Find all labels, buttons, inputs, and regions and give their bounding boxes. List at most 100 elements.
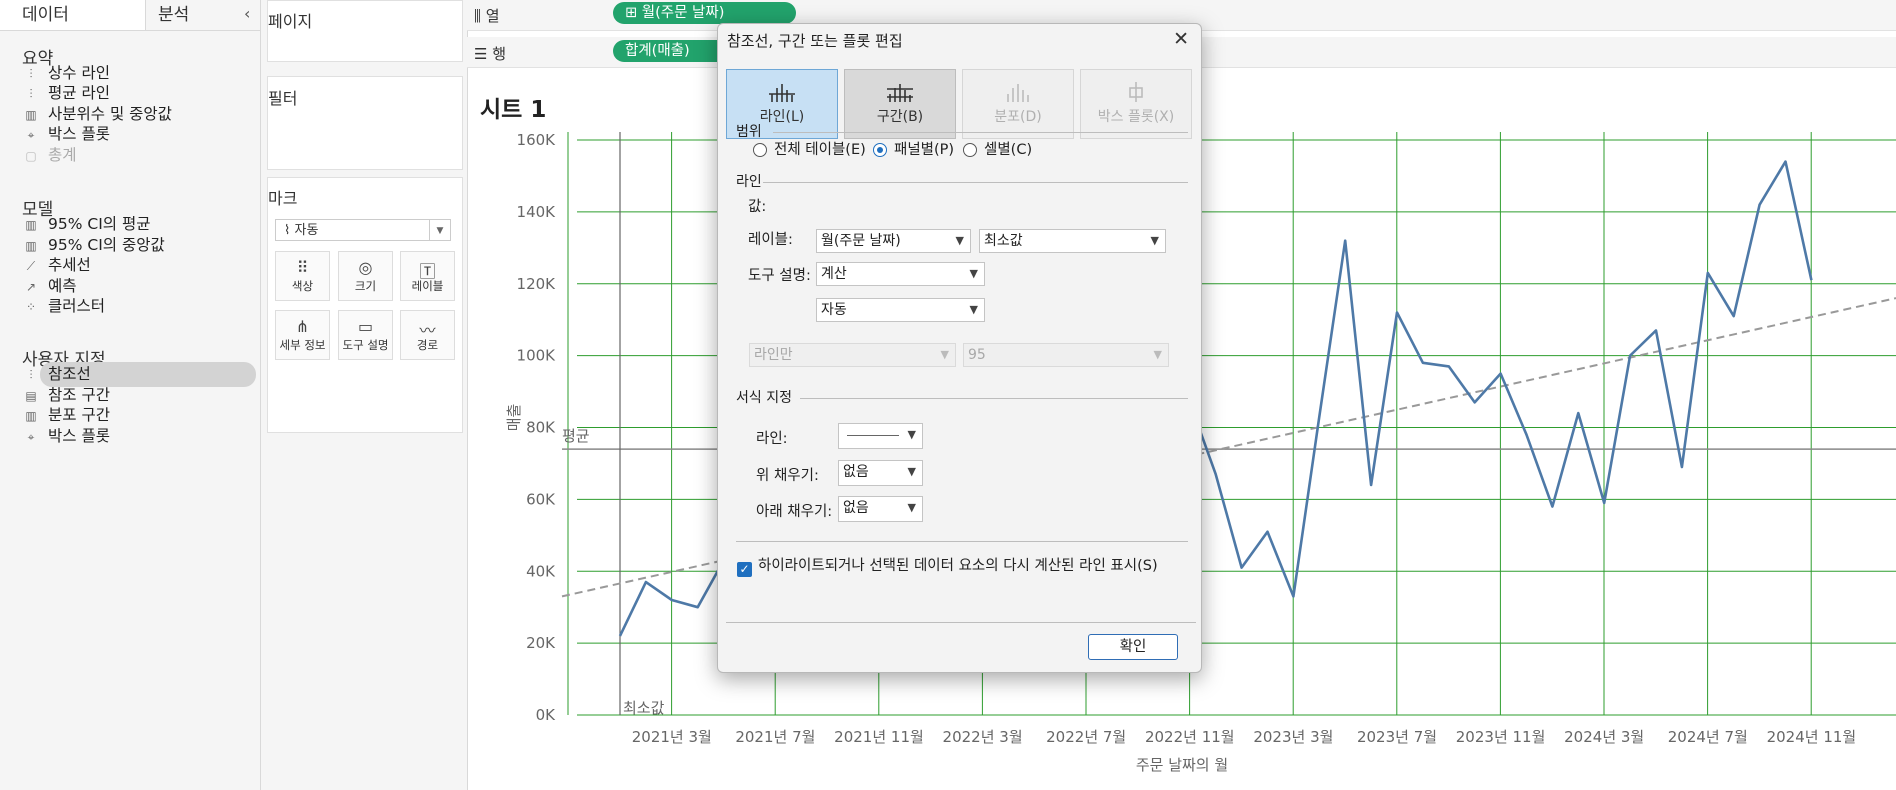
chevron-down-icon: ▼ [1153, 348, 1162, 361]
detail-button[interactable]: ⋔ 세부 정보 [275, 310, 330, 360]
type-band-label: 구간(B) [876, 109, 924, 125]
value-field-select[interactable]: 월(주문 날짜) ▼ [816, 229, 971, 253]
y-tick-label: 40K [526, 562, 556, 580]
type-band-button[interactable]: 구간(B) [844, 69, 956, 139]
y-tick-label: 120K [517, 275, 557, 293]
close-icon[interactable]: ✕ [1173, 28, 1189, 50]
y-tick-label: 160K [517, 131, 557, 149]
item-label: 상수 라인 [48, 64, 110, 82]
value-aggregation-select[interactable]: 최소값 ▼ [979, 229, 1166, 253]
distribution-type-icon [963, 80, 1073, 106]
chevron-down-icon: ▼ [907, 465, 916, 478]
ok-button[interactable]: 확인 [1088, 634, 1178, 660]
mark-type-dropdown[interactable]: ⌇ 자동 ▼ [275, 219, 451, 241]
scope-divider [773, 132, 1188, 133]
chevron-left-icon[interactable]: ‹ [244, 4, 250, 23]
boxplot-type-icon [1081, 80, 1191, 106]
recalculate-line-checkbox[interactable]: ✓ 하이라이트되거나 선택된 데이터 요소의 다시 계산된 라인 표시(S) [737, 554, 1158, 577]
color-button[interactable]: ⠿ 색상 [275, 251, 330, 301]
text-icon: 🅃 [419, 262, 436, 281]
label-select-text: 계산 [821, 266, 847, 282]
confidence-type-select: 라인만 ▼ [749, 343, 956, 367]
filters-title: 필터 [268, 89, 298, 108]
radio-icon [753, 143, 767, 157]
y-tick-label: 0K [536, 706, 557, 724]
mark-button-label: 레이블 [411, 279, 444, 293]
x-tick-label: 2021년 3월 [632, 728, 712, 746]
checkbox-label: 하이라이트되거나 선택된 데이터 요소의 다시 계산된 라인 표시(S) [758, 558, 1158, 574]
item-label: 참조 구간 [48, 386, 110, 404]
item-label: 총계 [48, 146, 77, 164]
chevron-down-icon: ▼ [969, 267, 978, 280]
fill-below-label: 아래 채우기: [756, 504, 833, 520]
x-tick-label: 2022년 3월 [943, 728, 1023, 746]
label-button[interactable]: 🅃 레이블 [400, 251, 455, 301]
line-format-select[interactable]: ▼ [838, 423, 923, 449]
path-icon: 〰 [419, 321, 436, 340]
size-button[interactable]: ◎ 크기 [338, 251, 393, 301]
fill-above-text: 없음 [843, 464, 869, 480]
dialog-title: 참조선, 구간 또는 플롯 편집 [727, 32, 903, 50]
type-boxplot-label: 박스 플롯(X) [1097, 109, 1175, 125]
x-tick-label: 2022년 7월 [1046, 728, 1126, 746]
y-tick-label: 140K [517, 203, 557, 221]
type-distribution-label: 분포(D) [994, 109, 1042, 125]
marks-card [267, 177, 463, 433]
mark-type-value: 자동 [294, 223, 319, 238]
cluster-icon: ⁘ [25, 300, 37, 314]
mark-button-label: 세부 정보 [279, 338, 326, 352]
item-label: 95% CI의 중앙값 [48, 236, 165, 254]
mark-button-label: 도구 설명 [342, 338, 389, 352]
line-type-icon [727, 80, 837, 106]
mark-button-label: 색상 [291, 279, 314, 293]
item-label: 클러스터 [48, 297, 106, 315]
tooltip-select-text: 자동 [821, 302, 847, 318]
edit-reference-line-dialog: 참조선, 구간 또는 플롯 편집 ✕ 라인(L) 구간(B) 분포(D) 박스 … [717, 23, 1202, 673]
tooltip-select[interactable]: 자동 ▼ [816, 298, 985, 322]
item-label: 참조선 [48, 365, 91, 383]
item-cluster[interactable]: ⁘ 클러스터 [22, 294, 105, 319]
footer-divider [726, 622, 1196, 623]
item-box-plot-custom[interactable]: ⌖ 박스 플롯 [22, 424, 110, 449]
chevron-down-icon: ▼ [429, 220, 450, 240]
radio-checked-icon [873, 143, 887, 157]
tab-analytics[interactable]: 분석 [146, 0, 260, 30]
totals-icon: ▢ [25, 149, 37, 163]
pane-tabs: 데이터 분석 ‹ [0, 0, 260, 31]
tooltip-button[interactable]: ▭ 도구 설명 [338, 310, 393, 360]
chevron-down-icon: ▼ [907, 428, 916, 441]
fill-below-select[interactable]: 없음 ▼ [838, 496, 923, 522]
y-tick-label: 100K [517, 347, 557, 365]
size-icon: ◎ [358, 258, 373, 277]
scope-entire-table-radio[interactable]: 전체 테이블(E) [753, 140, 866, 160]
line-format-label: 라인: [756, 431, 788, 447]
radio-icon [963, 143, 977, 157]
confidence-type-text: 라인만 [754, 347, 793, 363]
path-button[interactable]: 〰 경로 [400, 310, 455, 360]
confidence-value-select: 95 ▼ [963, 343, 1169, 367]
label-select[interactable]: 계산 ▼ [816, 262, 985, 286]
value-field-text: 월(주문 날짜) [821, 233, 901, 249]
fill-above-select[interactable]: 없음 ▼ [838, 460, 923, 486]
marks-title: 마크 [268, 189, 298, 208]
x-axis-title: 주문 날짜의 월 [1136, 756, 1228, 774]
chevron-down-icon: ▼ [1150, 234, 1159, 247]
radio-label: 패널별(P) [894, 142, 955, 158]
scope-per-cell-radio[interactable]: 셀별(C) [963, 140, 1032, 160]
detail-icon: ⋔ [295, 317, 310, 336]
format-divider [800, 398, 1188, 399]
chevron-down-icon: ▼ [940, 348, 949, 361]
band-type-icon [845, 80, 955, 106]
x-tick-label: 2022년 11월 [1145, 728, 1235, 746]
type-distribution-button: 분포(D) [962, 69, 1074, 139]
x-tick-label: 2024년 7월 [1668, 728, 1748, 746]
y-tick-label: 60K [526, 490, 556, 508]
tooltip-icon: ▭ [357, 317, 374, 336]
checkbox-divider [736, 541, 1188, 542]
x-tick-label: 2023년 11월 [1456, 728, 1546, 746]
min-line-label: 최소값 [623, 699, 665, 717]
item-label: 분포 구간 [48, 406, 110, 424]
cards-column [261, 0, 468, 790]
tab-data[interactable]: 데이터 [22, 0, 69, 30]
scope-per-pane-radio[interactable]: 패널별(P) [873, 140, 954, 160]
